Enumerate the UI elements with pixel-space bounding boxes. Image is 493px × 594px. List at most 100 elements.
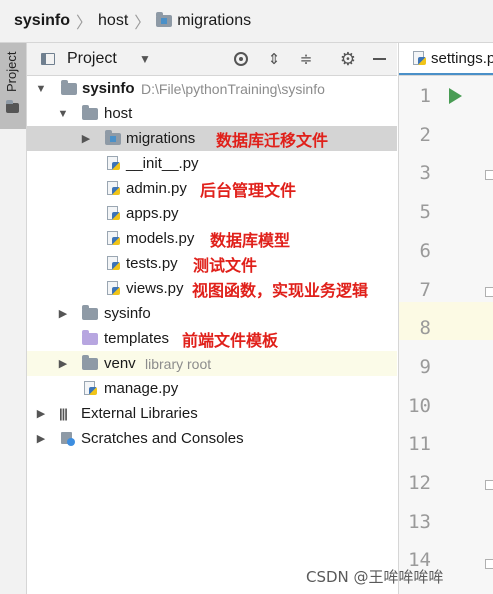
line-number: 11 — [408, 433, 431, 455]
expanded-arrow-icon[interactable]: ▼ — [57, 108, 69, 120]
expand-all-button[interactable]: ⇕ — [263, 48, 285, 70]
annotation-views: 视图函数，实现业务逻辑 — [192, 280, 369, 300]
tree-label-venv: venv — [104, 355, 136, 372]
annotation-admin: 后台管理文件 — [200, 180, 297, 200]
line-number: 13 — [408, 511, 431, 533]
python-file-icon — [107, 231, 120, 246]
tree-node-admin-py[interactable]: admin.py 后台管理文件 — [27, 176, 397, 201]
tree-label-init-py: __init__.py — [126, 155, 199, 172]
annotation-templates: 前端文件模板 — [182, 330, 279, 350]
breadcrumb-migrations[interactable]: migrations — [156, 0, 251, 42]
python-file-icon — [413, 50, 426, 66]
folder-icon — [82, 354, 98, 370]
fold-icon[interactable] — [485, 559, 493, 569]
folder-icon — [82, 104, 98, 120]
editor-tab-label: settings.py — [431, 49, 493, 67]
tree-node-sysinfo-package[interactable]: ▶ sysinfo — [27, 301, 397, 326]
tree-node-migrations[interactable]: ▶ migrations 数据库迁移文件 — [27, 126, 397, 151]
tree-node-external-libraries[interactable]: ▶ ||| External Libraries — [27, 401, 397, 426]
collapse-all-button[interactable]: ≑ — [295, 48, 317, 70]
tree-node-tests-py[interactable]: tests.py 测试文件 — [27, 251, 397, 276]
line-number: 12 — [408, 472, 431, 494]
project-tool-window: Project ▼ ⇕ ≑ ⚙ ▼ sysinfo D:\File\python… — [27, 43, 397, 594]
tree-label-templates: templates — [104, 330, 170, 347]
collapsed-arrow-icon[interactable]: ▶ — [57, 307, 69, 320]
minus-icon — [372, 58, 386, 60]
tree-node-sysinfo-root[interactable]: ▼ sysinfo D:\File\pythonTraining\sysinfo — [27, 76, 397, 101]
project-view-icon — [41, 53, 55, 65]
fold-icon[interactable] — [485, 170, 493, 180]
tree-label-migrations: migrations — [126, 130, 196, 147]
tree-node-models-py[interactable]: models.py 数据库模型 — [27, 226, 397, 251]
tree-label-manage-py: manage.py — [104, 380, 179, 397]
tree-label-sysinfo-package: sysinfo — [104, 305, 151, 322]
library-icon: ||| — [59, 406, 68, 421]
line-number: 9 — [419, 356, 431, 378]
line-number: 3 — [419, 162, 431, 184]
annotation-models: 数据库模型 — [210, 230, 291, 250]
project-tool-tab-label: Project — [4, 51, 19, 92]
tree-label-external-libraries: External Libraries — [81, 405, 198, 422]
tree-label-admin-py: admin.py — [126, 180, 187, 197]
python-file-icon — [107, 181, 120, 196]
hide-panel-button[interactable] — [368, 48, 390, 70]
editor-tab-settings-py[interactable]: settings.py — [399, 43, 493, 75]
tree-node-apps-py[interactable]: apps.py — [27, 201, 397, 226]
line-number: 5 — [419, 201, 431, 223]
project-panel-header: Project ▼ ⇕ ≑ ⚙ — [27, 43, 397, 76]
tree-node-venv[interactable]: ▶ venv library root — [27, 351, 397, 376]
tree-node-templates[interactable]: templates 前端文件模板 — [27, 326, 397, 351]
expand-all-icon: ⇕ — [267, 50, 281, 68]
line-number: 8 — [419, 317, 431, 339]
fold-icon[interactable] — [485, 287, 493, 297]
tree-node-manage-py[interactable]: manage.py — [27, 376, 397, 401]
chevron-down-icon[interactable]: ▼ — [139, 52, 151, 66]
tree-node-host[interactable]: ▼ host — [27, 101, 397, 126]
python-file-icon — [107, 156, 120, 171]
tree-note-library-root: library root — [145, 355, 212, 372]
breadcrumb-separator-icon: 〉 — [76, 15, 93, 32]
line-number: 7 — [419, 279, 431, 301]
line-number: 1 — [419, 85, 431, 107]
options-button[interactable]: ⚙ — [337, 48, 359, 70]
gear-icon: ⚙ — [339, 49, 357, 69]
collapsed-arrow-icon[interactable]: ▶ — [35, 432, 47, 445]
line-number: 6 — [419, 240, 431, 262]
watermark: CSDN @王哞哞哞哞 — [306, 568, 444, 586]
collapsed-arrow-icon[interactable]: ▶ — [57, 357, 69, 370]
python-file-icon — [107, 281, 120, 296]
fold-icon[interactable] — [485, 480, 493, 490]
tree-label-models-py: models.py — [126, 230, 195, 247]
breadcrumb-sysinfo[interactable]: sysinfo — [14, 0, 70, 42]
editor-gutter[interactable]: 1 2 3 5 6 7 8 9 10 11 12 13 14 — [399, 76, 493, 594]
tree-label-views-py: views.py — [126, 280, 184, 297]
collapsed-arrow-icon[interactable]: ▶ — [80, 132, 92, 145]
run-icon[interactable] — [449, 88, 462, 104]
tree-label-sysinfo-root: sysinfo — [82, 80, 135, 97]
project-view-title[interactable]: Project — [67, 50, 117, 68]
templates-folder-icon — [82, 329, 98, 345]
collapsed-arrow-icon[interactable]: ▶ — [35, 407, 47, 420]
select-opened-file-button[interactable] — [230, 48, 252, 70]
python-file-icon — [107, 256, 120, 271]
breadcrumb-migrations-label: migrations — [177, 12, 252, 29]
tree-node-views-py[interactable]: views.py 视图函数，实现业务逻辑 — [27, 276, 397, 301]
folder-icon — [6, 100, 19, 113]
breadcrumb-separator-icon: 〉 — [134, 15, 151, 32]
folder-icon — [105, 129, 121, 145]
editor-area: settings.py 1 2 3 5 6 7 8 9 10 11 12 13 … — [398, 43, 493, 594]
tree-label-scratches: Scratches and Consoles — [81, 430, 244, 447]
folder-icon — [82, 304, 98, 320]
tree-node-init-py[interactable]: __init__.py — [27, 151, 397, 176]
expanded-arrow-icon[interactable]: ▼ — [35, 83, 47, 95]
breadcrumb-host[interactable]: host — [98, 0, 128, 42]
python-file-icon — [84, 381, 97, 396]
python-file-icon — [107, 206, 120, 221]
scratches-icon — [61, 431, 75, 446]
annotation-migrations: 数据库迁移文件 — [216, 130, 329, 150]
line-number: 2 — [419, 124, 431, 146]
tree-node-scratches[interactable]: ▶ Scratches and Consoles — [27, 426, 397, 451]
annotation-tests: 测试文件 — [193, 255, 258, 275]
editor-tab-bar: settings.py — [399, 43, 493, 76]
tree-root-path: D:\File\pythonTraining\sysinfo — [141, 80, 325, 97]
